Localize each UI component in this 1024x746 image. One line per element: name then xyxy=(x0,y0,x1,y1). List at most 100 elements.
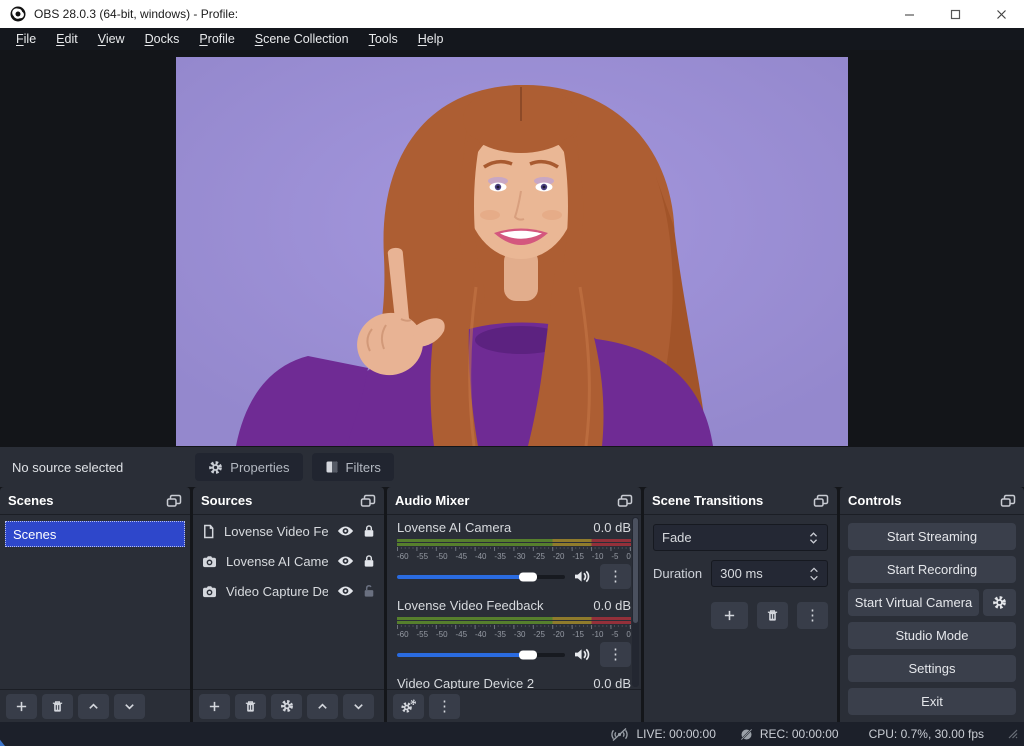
add-scene-button[interactable] xyxy=(6,694,37,719)
speaker-icon[interactable] xyxy=(573,569,592,584)
popout-icon[interactable] xyxy=(1000,494,1016,508)
transition-selected-value: Fade xyxy=(662,530,808,545)
virtual-camera-config-button[interactable] xyxy=(983,589,1016,616)
menu-edit[interactable]: Edit xyxy=(46,30,88,48)
chevron-down-icon xyxy=(352,700,365,713)
spin-up-icon[interactable] xyxy=(809,567,819,573)
visibility-eye-icon[interactable] xyxy=(337,555,354,567)
scene-up-button[interactable] xyxy=(78,694,109,719)
settings-button[interactable]: Settings xyxy=(848,655,1016,682)
visibility-eye-icon[interactable] xyxy=(337,585,354,597)
source-properties-button[interactable] xyxy=(271,694,302,719)
status-bar: LIVE: 00:00:00 REC: 00:00:00 CPU: 0.7%, … xyxy=(0,722,1024,746)
source-up-button[interactable] xyxy=(307,694,338,719)
scene-list-item-selected[interactable]: Scenes xyxy=(5,521,185,547)
mixer-menu-button[interactable]: ⋮ xyxy=(429,694,460,719)
menu-tools[interactable]: Tools xyxy=(359,30,408,48)
no-source-selected-label: No source selected xyxy=(12,460,123,475)
menu-docks[interactable]: Docks xyxy=(135,30,190,48)
volume-slider[interactable] xyxy=(397,575,565,579)
menu-bar: File Edit View Docks Profile Scene Colle… xyxy=(0,28,1024,50)
mixer-options-button[interactable]: ⋮ xyxy=(600,564,631,589)
maximize-button[interactable] xyxy=(932,0,978,28)
studio-mode-button[interactable]: Studio Mode xyxy=(848,622,1016,649)
scenes-panel-header[interactable]: Scenes xyxy=(0,487,190,515)
source-row[interactable]: Video Capture De xyxy=(193,577,384,605)
source-row[interactable]: Lovense AI Camer xyxy=(193,547,384,575)
vu-scale-labels: -60-55-50-45-40-35-30-25-20-15-10-50 xyxy=(397,630,631,639)
transition-options-button[interactable]: ⋮ xyxy=(797,602,828,629)
record-inactive-icon xyxy=(740,728,753,741)
camera-icon xyxy=(202,555,217,568)
volume-slider[interactable] xyxy=(397,653,565,657)
obs-logo-icon[interactable] xyxy=(10,6,26,22)
lock-open-icon[interactable] xyxy=(363,584,375,598)
duration-value: 300 ms xyxy=(720,566,809,581)
controls-header[interactable]: Controls xyxy=(840,487,1024,515)
plus-icon xyxy=(208,700,221,713)
maximize-icon xyxy=(950,9,961,20)
source-label: Video Capture De xyxy=(226,584,328,599)
menu-profile[interactable]: Profile xyxy=(189,30,244,48)
scrollbar-thumb[interactable] xyxy=(633,518,638,623)
speaker-icon[interactable] xyxy=(573,647,592,662)
preview-image-woman-pointing xyxy=(176,57,848,446)
start-streaming-button[interactable]: Start Streaming xyxy=(848,523,1016,550)
mixer-scrollbar[interactable] xyxy=(632,517,639,687)
scene-preview[interactable] xyxy=(176,57,848,446)
remove-scene-button[interactable] xyxy=(42,694,73,719)
controls-panel: Controls Start Streaming Start Recording… xyxy=(840,487,1024,722)
double-gear-icon xyxy=(400,699,417,714)
filters-button[interactable]: Filters xyxy=(312,453,394,481)
properties-button[interactable]: Properties xyxy=(195,453,302,481)
source-down-button[interactable] xyxy=(343,694,374,719)
popout-icon[interactable] xyxy=(617,494,633,508)
minimize-button[interactable] xyxy=(886,0,932,28)
start-recording-button[interactable]: Start Recording xyxy=(848,556,1016,583)
lock-closed-icon[interactable] xyxy=(363,524,375,538)
visibility-eye-icon[interactable] xyxy=(337,525,354,537)
remove-transition-button[interactable] xyxy=(757,602,788,629)
sources-panel-header[interactable]: Sources xyxy=(193,487,384,515)
popout-icon[interactable] xyxy=(166,494,182,508)
popout-icon[interactable] xyxy=(813,494,829,508)
volume-slider-fill xyxy=(397,575,528,579)
scene-transitions-panel: Scene Transitions Fade Duration 300 ms xyxy=(644,487,837,722)
source-row[interactable]: Lovense Video Fe xyxy=(193,517,384,545)
mixer-source-name: Video Capture Device 2 xyxy=(397,676,534,689)
menu-file[interactable]: File xyxy=(6,30,46,48)
audio-mixer-panel: Audio Mixer Lovense AI Camera 0.0 dB -60… xyxy=(387,487,641,722)
volume-slider-handle[interactable] xyxy=(519,650,537,659)
scene-transitions-header[interactable]: Scene Transitions xyxy=(644,487,837,515)
mixer-entry: Video Capture Device 2 0.0 dB xyxy=(397,676,631,689)
advanced-audio-button[interactable] xyxy=(393,694,424,719)
volume-slider-handle[interactable] xyxy=(519,572,537,581)
add-source-button[interactable] xyxy=(199,694,230,719)
scene-down-button[interactable] xyxy=(114,694,145,719)
mixer-options-button[interactable]: ⋮ xyxy=(600,642,631,667)
start-virtual-camera-button[interactable]: Start Virtual Camera xyxy=(848,589,979,616)
menu-scene-collection[interactable]: Scene Collection xyxy=(245,30,359,48)
remove-source-button[interactable] xyxy=(235,694,266,719)
lock-closed-icon[interactable] xyxy=(363,554,375,568)
plus-icon xyxy=(15,700,28,713)
document-icon xyxy=(202,524,215,539)
transition-select[interactable]: Fade xyxy=(653,524,828,551)
audio-mixer-header[interactable]: Audio Mixer xyxy=(387,487,641,515)
scenes-toolbar xyxy=(0,689,190,722)
duration-label: Duration xyxy=(653,566,702,581)
gear-icon xyxy=(208,460,223,475)
spin-down-icon[interactable] xyxy=(809,575,819,581)
scene-item-label: Scenes xyxy=(13,527,56,542)
add-transition-button[interactable] xyxy=(711,602,748,629)
close-button[interactable] xyxy=(978,0,1024,28)
duration-spinbox[interactable]: 300 ms xyxy=(711,560,828,587)
window-title: OBS 28.0.3 (64-bit, windows) - Profile: xyxy=(34,7,238,21)
exit-button[interactable]: Exit xyxy=(848,688,1016,715)
menu-help[interactable]: Help xyxy=(408,30,454,48)
menu-view[interactable]: View xyxy=(88,30,135,48)
popout-icon[interactable] xyxy=(360,494,376,508)
resize-grip-icon[interactable] xyxy=(1008,729,1018,739)
source-toolbar: No source selected Properties Filters xyxy=(0,447,1024,487)
mixer-entry: Lovense AI Camera 0.0 dB -60-55-50-45-40… xyxy=(397,520,631,589)
